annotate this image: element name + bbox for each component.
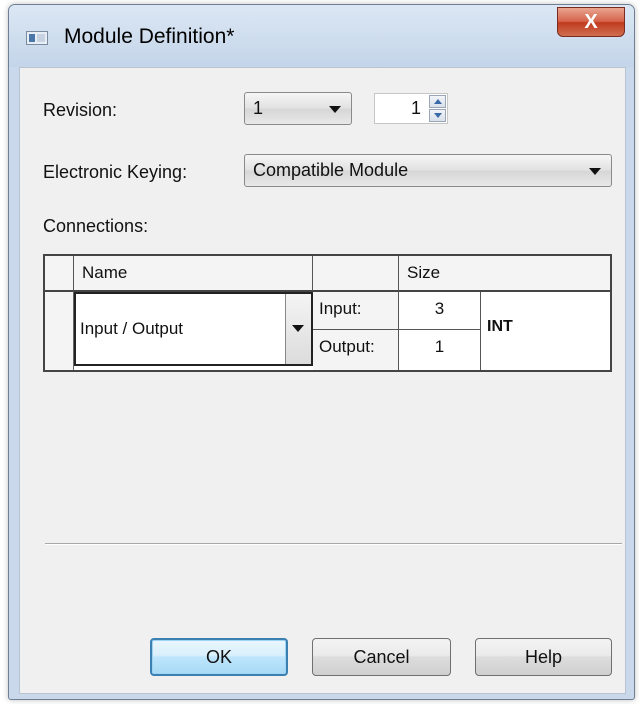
revision-major-select[interactable]: 1 — [244, 92, 352, 125]
connection-name-value: Input / Output — [80, 319, 184, 338]
header-size: Size — [399, 256, 610, 292]
connections-label: Connections: — [43, 216, 149, 236]
separator-line — [45, 543, 622, 545]
close-button[interactable]: X — [557, 7, 625, 37]
electronic-keying-value: Compatible Module — [253, 160, 409, 180]
electronic-keying-select[interactable]: Compatible Module — [244, 154, 612, 187]
chevron-down-icon — [589, 168, 601, 175]
input-size-field[interactable]: 3 — [399, 292, 481, 330]
output-size-field[interactable]: 1 — [399, 330, 481, 370]
ok-button[interactable]: OK — [150, 638, 288, 676]
output-label: Output: — [313, 330, 399, 370]
title-bar[interactable]: Module Definition* X — [9, 5, 634, 67]
header-corner — [45, 256, 74, 292]
input-label: Input: — [313, 292, 399, 330]
revision-minor-value: 1 — [410, 98, 421, 118]
module-icon — [26, 31, 48, 45]
data-type-cell: INT — [481, 292, 610, 370]
connections-table: Name Size Input / Output Input: Output: … — [43, 254, 612, 372]
connection-name-select[interactable]: Input / Output — [74, 292, 313, 366]
chevron-down-icon[interactable] — [285, 294, 311, 364]
row-selector[interactable] — [45, 292, 74, 370]
electronic-keying-label: Electronic Keying: — [43, 162, 188, 182]
module-definition-dialog: Module Definition* X Revision: 1 1 Elect… — [8, 4, 635, 700]
revision-major-value: 1 — [253, 98, 264, 118]
revision-label: Revision: — [43, 100, 118, 120]
dialog-title: Module Definition* — [64, 25, 235, 48]
help-button[interactable]: Help — [475, 638, 612, 676]
header-name: Name — [74, 256, 313, 292]
header-blank — [313, 256, 399, 292]
dialog-body: Revision: 1 1 Electronic Keying: Compati… — [19, 67, 626, 694]
spin-down-icon[interactable] — [429, 109, 446, 122]
spin-up-icon[interactable] — [429, 95, 446, 108]
chevron-down-icon — [329, 106, 341, 113]
revision-minor-spinner[interactable]: 1 — [374, 93, 448, 124]
cancel-button[interactable]: Cancel — [312, 638, 451, 676]
